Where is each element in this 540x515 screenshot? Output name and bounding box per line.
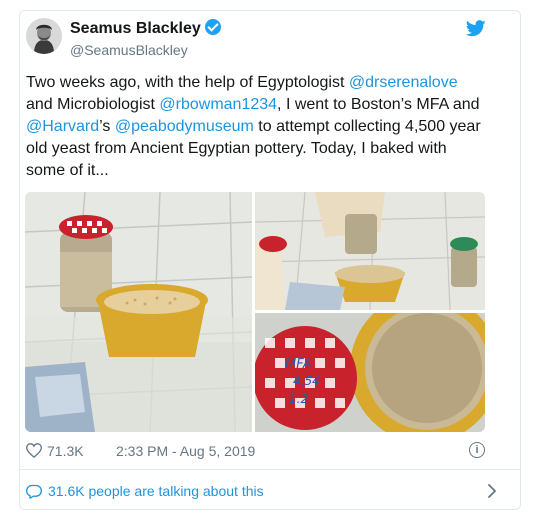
lid-text: MFA (285, 357, 312, 372)
svg-text:1.2: 1.2 (289, 392, 308, 406)
tweet-text-segment: Two weeks ago, with the help of Egyptolo… (26, 74, 349, 91)
mention-link[interactable]: @Harvard (26, 118, 99, 135)
avatar[interactable] (26, 18, 62, 54)
heart-icon[interactable] (26, 443, 42, 458)
mention-link[interactable]: @rbowman1234 (159, 96, 277, 113)
jar-and-bowl-photo[interactable] (25, 192, 252, 432)
tweet-text-segment: , I went to Boston’s MFA and (277, 96, 480, 113)
user-handle[interactable]: @SeamusBlackley (70, 42, 188, 58)
tweet-text-segment: and Microbiologist (26, 96, 160, 113)
display-name-text[interactable]: Seamus Blackley (70, 20, 201, 37)
chevron-right-icon[interactable] (488, 484, 496, 498)
divider (19, 469, 521, 470)
tweet-meta: 71.3K 2:33 PM - Aug 5, 2019 i (26, 441, 492, 461)
mention-link[interactable]: @drserenalove (349, 74, 458, 91)
verified-badge-icon (204, 19, 221, 35)
tweet-text-segment: ’s (99, 118, 115, 135)
conversation-text[interactable]: 31.6K people are talking about this (48, 483, 264, 499)
speech-bubble-icon (26, 484, 42, 499)
mention-link[interactable]: @peabodymuseum (115, 118, 254, 135)
timestamp[interactable]: 2:33 PM - Aug 5, 2019 (116, 443, 255, 459)
tweet-text: Two weeks ago, with the help of Egyptolo… (26, 72, 488, 182)
like-count[interactable]: 71.3K (47, 443, 84, 459)
tweet-header: Seamus Blackley @SeamusBlackley (26, 18, 486, 68)
avatar-portrait-icon (26, 18, 62, 54)
info-icon[interactable]: i (469, 442, 485, 458)
media-grid: MFA 4,54 1.2 (25, 192, 485, 432)
display-name[interactable]: Seamus Blackley (70, 19, 221, 38)
svg-text:4,54: 4,54 (293, 374, 320, 388)
jar-lid-closeup-photo[interactable]: MFA 4,54 1.2 (255, 313, 485, 432)
twitter-logo-icon[interactable] (466, 20, 486, 37)
conversation-link[interactable]: 31.6K people are talking about this (26, 482, 500, 502)
pouring-yeast-photo[interactable] (255, 192, 485, 310)
